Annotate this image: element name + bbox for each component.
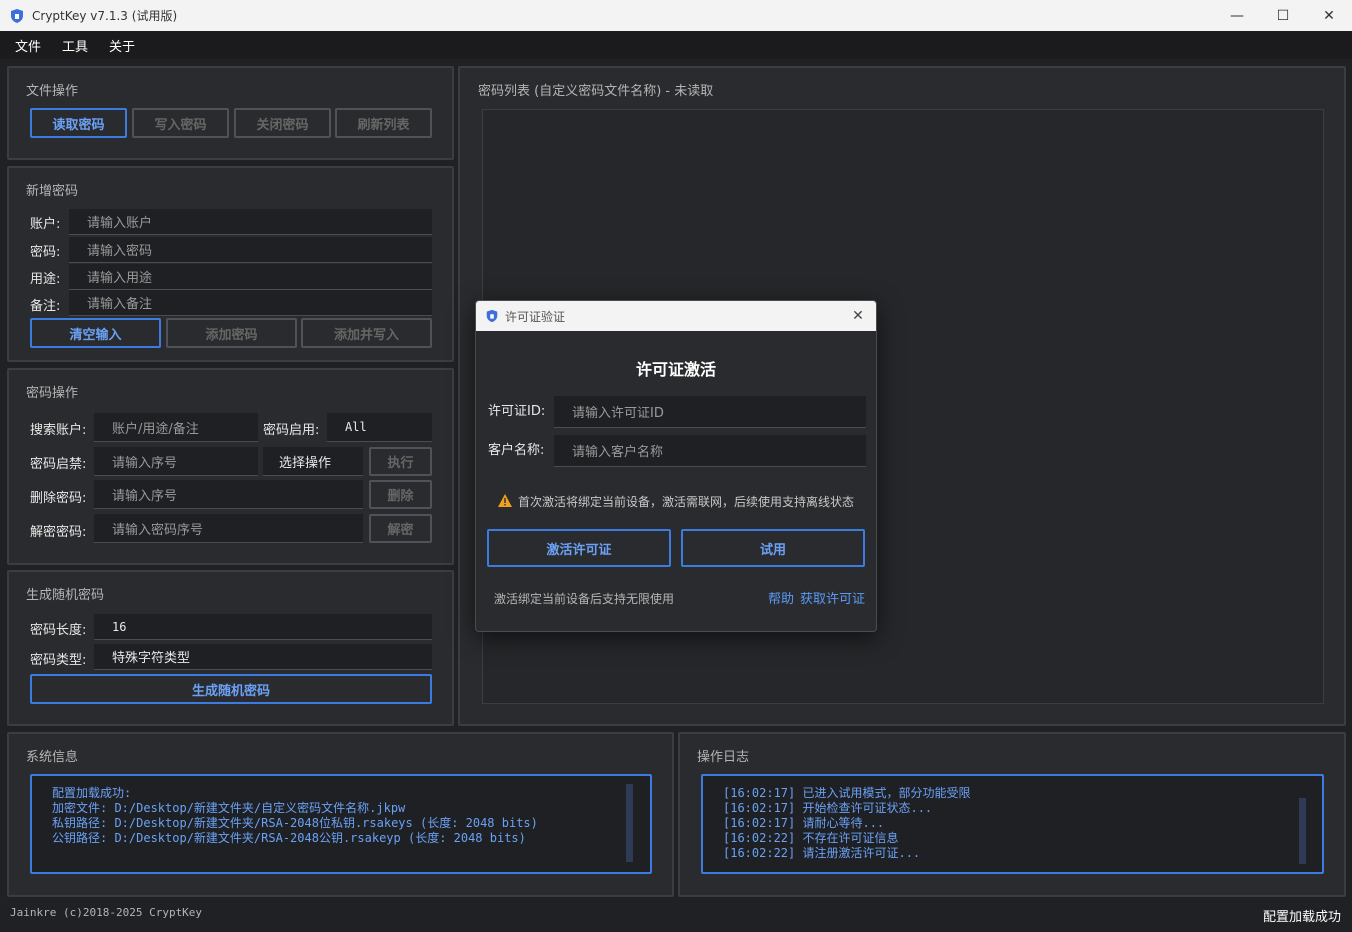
app-shield-icon xyxy=(11,8,23,23)
random-password-title: 生成随机密码 xyxy=(26,588,105,603)
decrypt-password-label: 解密密码: xyxy=(30,525,87,540)
dialog-shield-icon xyxy=(486,309,498,323)
execute-button[interactable]: 执行 xyxy=(369,447,432,476)
customer-name-label: 客户名称: xyxy=(488,443,545,458)
activate-license-button[interactable]: 激活许可证 xyxy=(487,529,671,567)
log-line: [16:02:22] 不存在许可证信息 xyxy=(723,831,899,845)
generate-password-button[interactable]: 生成随机密码 xyxy=(30,674,432,704)
purpose-input[interactable]: 请输入用途 xyxy=(69,264,432,290)
menu-about[interactable]: 关于 xyxy=(109,36,135,55)
read-password-button[interactable]: 读取密码 xyxy=(30,108,127,138)
warning-text: 首次激活将绑定当前设备，激活需联网，后续使用支持离线状态 xyxy=(518,495,855,509)
sysinfo-line: 公钥路径: D:/Desktop/新建文件夹/RSA-2048公钥.rsakey… xyxy=(52,831,526,845)
file-ops-panel: 文件操作 读取密码 写入密码 关闭密码 刷新列表 xyxy=(7,66,454,160)
length-input[interactable]: 16 xyxy=(94,614,432,640)
add-password-button[interactable]: 添加密码 xyxy=(166,318,297,348)
customer-name-input[interactable]: 请输入客户名称 xyxy=(554,435,866,467)
log-line: [16:02:22] 请注册激活许可证... xyxy=(723,846,921,860)
delete-button[interactable]: 删除 xyxy=(369,480,432,509)
sysinfo-line: 加密文件: D:/Desktop/新建文件夹/自定义密码文件名称.jkpw xyxy=(52,801,406,815)
decrypt-index-input[interactable]: 请输入密码序号 xyxy=(94,514,363,543)
sysinfo-line: 配置加载成功: xyxy=(52,786,132,800)
maximize-button[interactable]: ☐ xyxy=(1260,0,1306,31)
search-input[interactable]: 账户/用途/备注 xyxy=(94,413,258,442)
new-password-panel: 新增密码 账户: 请输入账户 密码: 请输入密码 用途: 请输入用途 备注: 请… xyxy=(7,166,454,362)
license-dialog: 许可证验证 ✕ 许可证激活 许可证ID: 请输入许可证ID 客户名称: 请输入客… xyxy=(475,300,877,632)
note-label: 备注: xyxy=(30,299,61,314)
clear-input-button[interactable]: 清空输入 xyxy=(30,318,161,348)
account-label: 账户: xyxy=(30,217,61,232)
menu-bar: 文件 工具 关于 xyxy=(0,31,1352,59)
note-input[interactable]: 请输入备注 xyxy=(69,290,432,316)
log-line: [16:02:17] 开始检查许可证状态... xyxy=(723,801,933,815)
refresh-list-button[interactable]: 刷新列表 xyxy=(335,108,432,138)
sysinfo-scrollbar[interactable] xyxy=(626,784,633,862)
menu-tools[interactable]: 工具 xyxy=(62,36,88,55)
password-ops-panel: 密码操作 搜索账户: 账户/用途/备注 密码启用: All 密码启禁: 请输入序… xyxy=(7,368,454,565)
select-operation-dropdown[interactable]: 选择操作 xyxy=(263,447,363,476)
close-button[interactable]: ✕ xyxy=(1306,0,1352,31)
help-link[interactable]: 帮助 xyxy=(768,588,794,607)
purpose-label: 用途: xyxy=(30,272,61,287)
dialog-footer-text: 激活绑定当前设备后支持无限使用 xyxy=(494,592,675,606)
random-password-panel: 生成随机密码 密码长度: 16 密码类型: 特殊字符类型 生成随机密码 xyxy=(7,570,454,726)
password-input[interactable]: 请输入密码 xyxy=(69,237,432,263)
log-line: [16:02:17] 请耐心等待... xyxy=(723,816,885,830)
menu-file[interactable]: 文件 xyxy=(15,36,41,55)
license-id-input[interactable]: 请输入许可证ID xyxy=(554,396,866,428)
file-ops-title: 文件操作 xyxy=(26,84,79,99)
new-password-title: 新增密码 xyxy=(26,184,79,199)
operation-log-title: 操作日志 xyxy=(697,750,750,765)
write-password-button[interactable]: 写入密码 xyxy=(132,108,229,138)
system-info-title: 系统信息 xyxy=(26,750,79,765)
trial-button[interactable]: 试用 xyxy=(681,529,865,567)
enable-filter-select[interactable]: All xyxy=(327,413,432,442)
decrypt-button[interactable]: 解密 xyxy=(369,514,432,543)
status-bar: Jainkre (c)2018-2025 CryptKey 配置加载成功 xyxy=(0,900,1352,932)
license-id-label: 许可证ID: xyxy=(488,404,546,419)
dialog-heading: 许可证激活 xyxy=(635,360,716,379)
window-title: CryptKey v7.1.3 (试用版) xyxy=(32,9,178,23)
system-info-panel: 系统信息 配置加载成功: 加密文件: D:/Desktop/新建文件夹/自定义密… xyxy=(7,732,674,897)
sysinfo-line: 私钥路径: D:/Desktop/新建文件夹/RSA-2048位私钥.rsake… xyxy=(52,816,538,830)
delete-index-input[interactable]: 请输入序号 xyxy=(94,480,363,509)
dialog-title: 许可证验证 xyxy=(505,309,566,324)
type-dropdown[interactable]: 特殊字符类型 xyxy=(94,644,432,670)
password-list-title: 密码列表 (自定义密码文件名称) - 未读取 xyxy=(478,84,714,99)
delete-password-label: 删除密码: xyxy=(30,491,87,506)
system-info-text[interactable]: 配置加载成功: 加密文件: D:/Desktop/新建文件夹/自定义密码文件名称… xyxy=(30,774,652,874)
password-label: 密码: xyxy=(30,245,61,260)
operation-log-panel: 操作日志 [16:02:17] 已进入试用模式，部分功能受限 [16:02:17… xyxy=(678,732,1346,897)
account-input[interactable]: 请输入账户 xyxy=(69,209,432,235)
dialog-title-bar: 许可证验证 ✕ xyxy=(476,301,876,331)
get-license-link[interactable]: 获取许可证 xyxy=(800,588,865,607)
minimize-button[interactable]: — xyxy=(1214,0,1260,31)
search-account-label: 搜索账户: xyxy=(30,423,87,438)
log-line: [16:02:17] 已进入试用模式，部分功能受限 xyxy=(723,786,971,800)
title-bar: CryptKey v7.1.3 (试用版) — ☐ ✕ xyxy=(0,0,1352,31)
warning-icon xyxy=(498,494,512,507)
operation-log-text[interactable]: [16:02:17] 已进入试用模式，部分功能受限 [16:02:17] 开始检… xyxy=(701,774,1324,874)
add-and-write-button[interactable]: 添加并写入 xyxy=(301,318,432,348)
type-label: 密码类型: xyxy=(30,653,87,668)
dialog-close-icon[interactable]: ✕ xyxy=(848,306,868,326)
copyright-text: Jainkre (c)2018-2025 CryptKey xyxy=(10,906,203,919)
toggle-password-label: 密码启禁: xyxy=(30,457,87,472)
password-ops-title: 密码操作 xyxy=(26,386,79,401)
close-password-button[interactable]: 关闭密码 xyxy=(234,108,331,138)
toggle-index-input[interactable]: 请输入序号 xyxy=(94,447,258,476)
length-label: 密码长度: xyxy=(30,623,87,638)
enable-label: 密码启用: xyxy=(263,423,320,438)
status-message: 配置加载成功 xyxy=(1262,910,1341,925)
log-scrollbar[interactable] xyxy=(1299,798,1306,864)
